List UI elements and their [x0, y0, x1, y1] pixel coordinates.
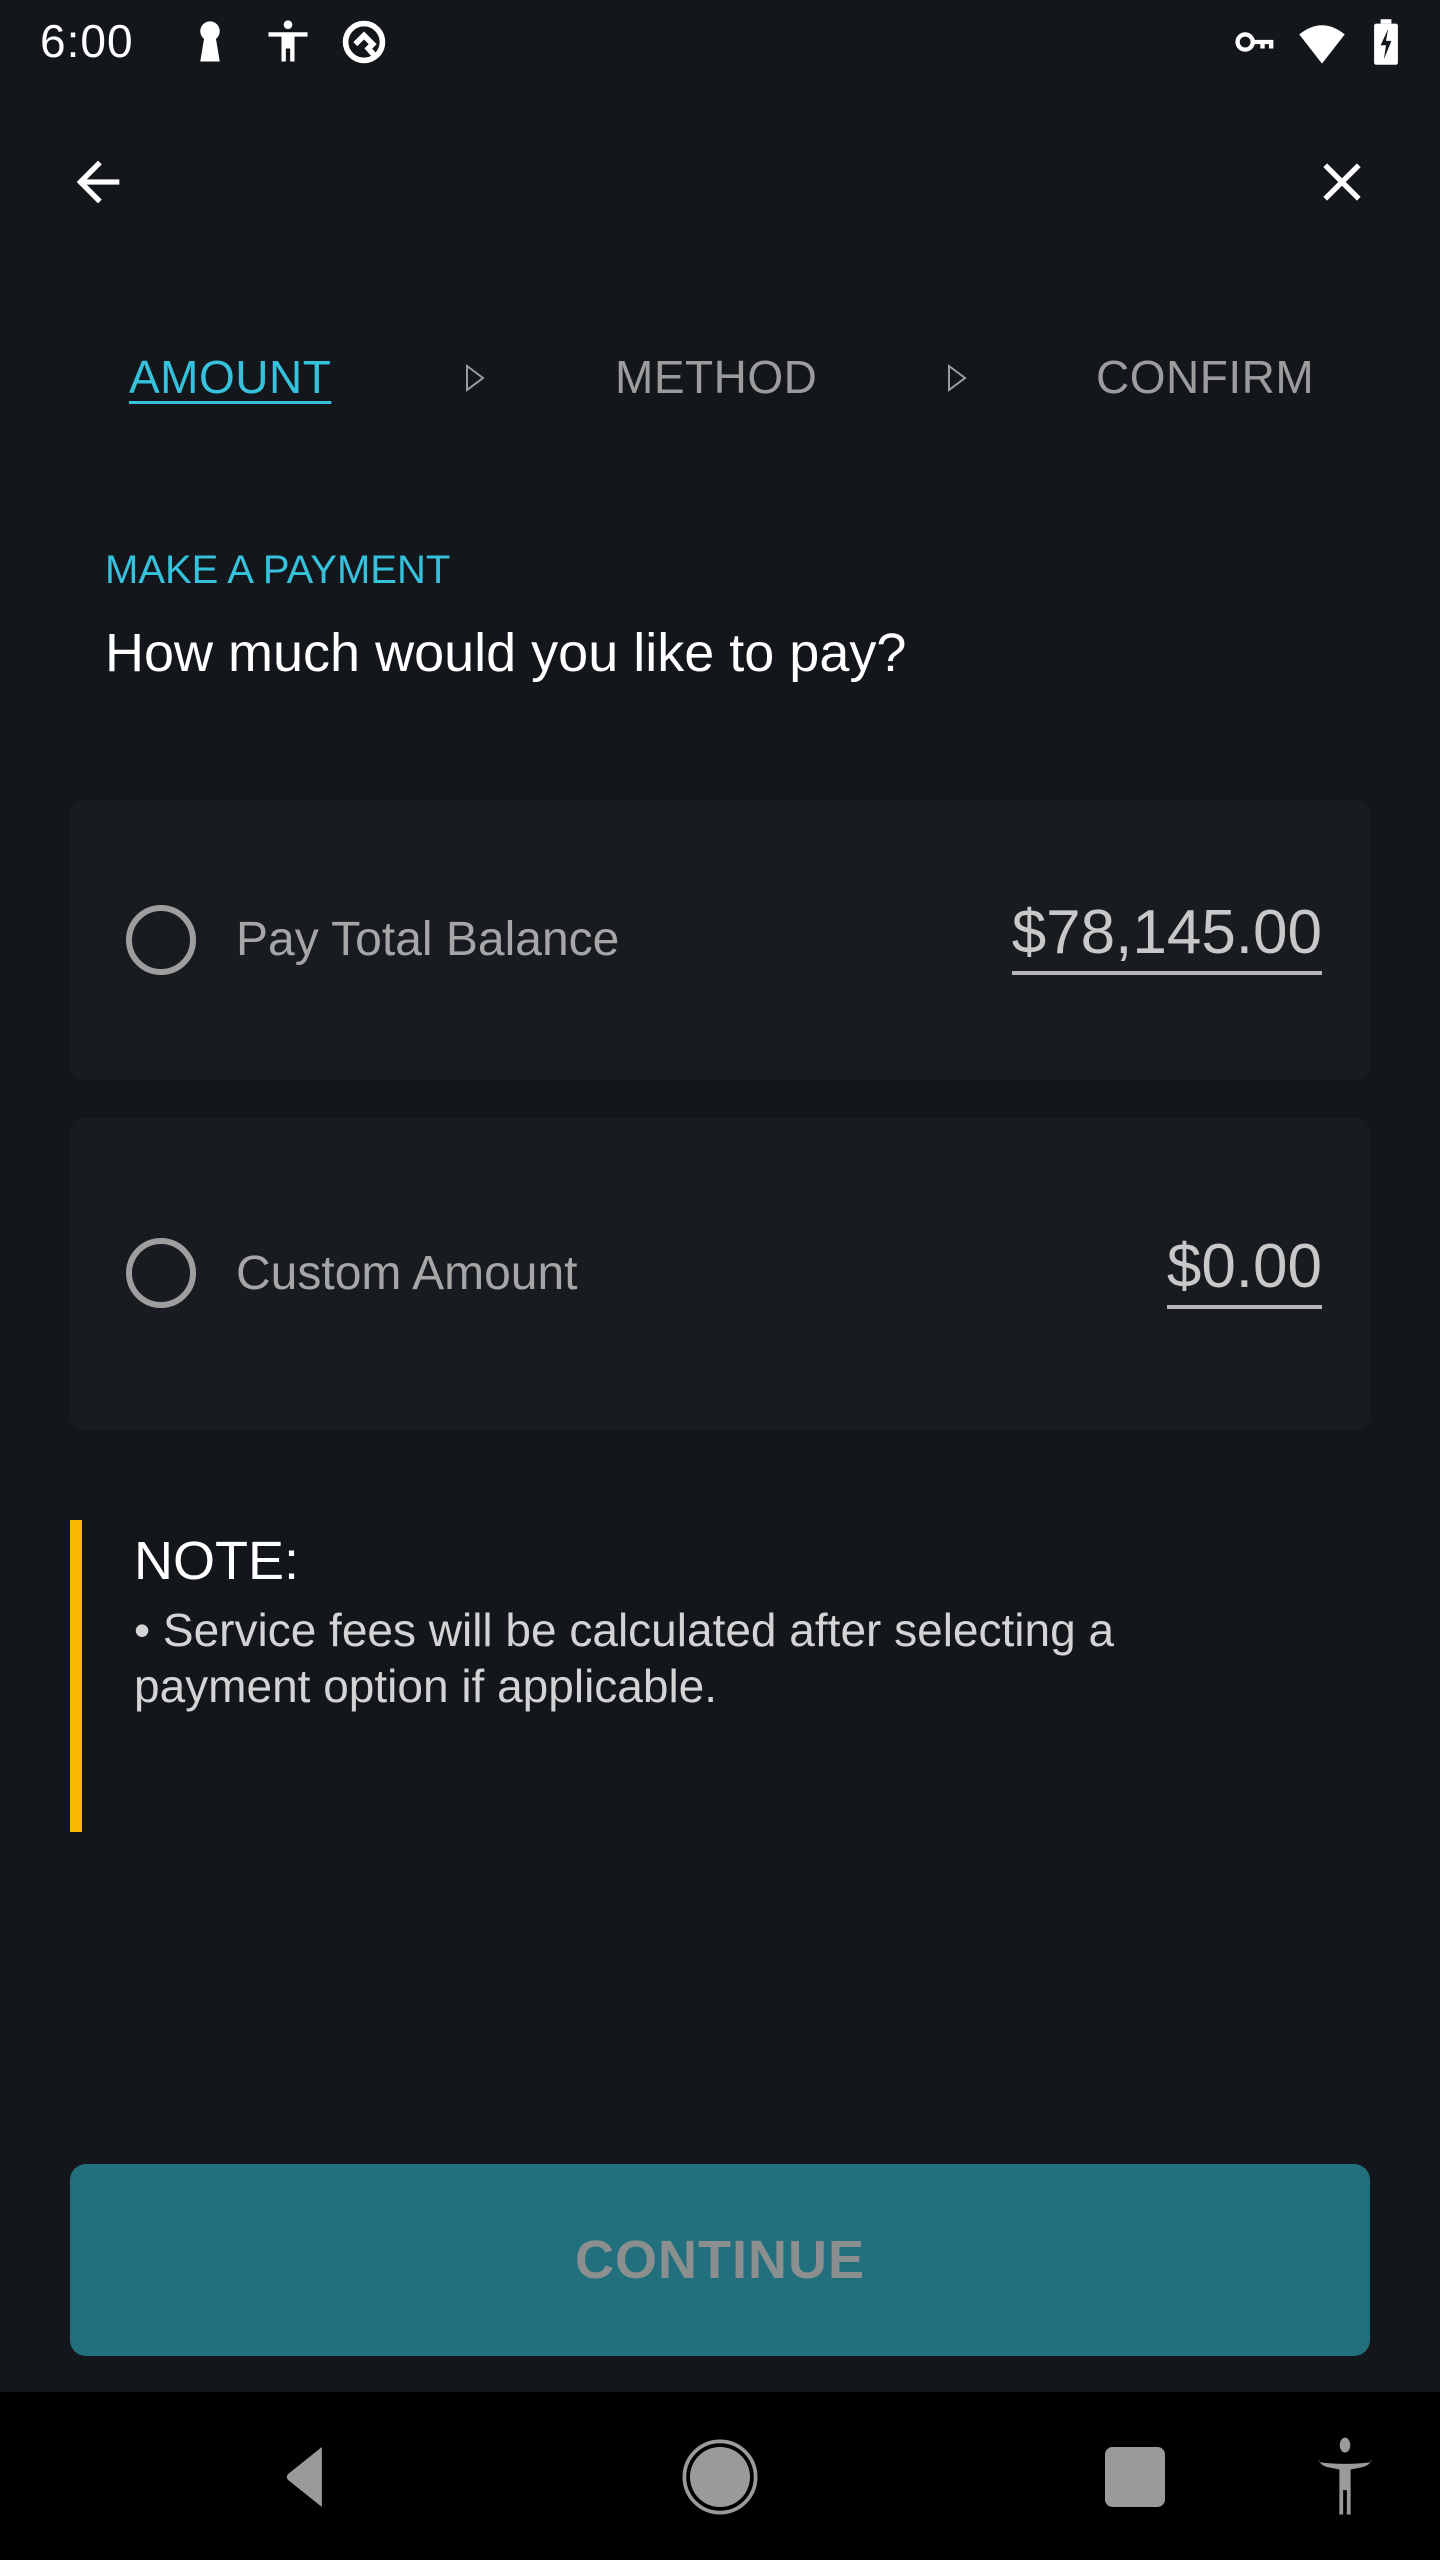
total-balance-amount: $78,145.00 — [1011, 900, 1322, 976]
triangle-right-outline-icon — [466, 364, 485, 392]
radio-button[interactable] — [126, 1238, 196, 1308]
keyhole-icon — [184, 16, 236, 68]
option-label: Pay Total Balance — [236, 913, 620, 966]
nav-recents-button[interactable] — [1090, 2432, 1180, 2522]
note-body: • Service fees will be calculated after … — [134, 1604, 1115, 1712]
radio-button[interactable] — [126, 905, 196, 975]
back-button[interactable] — [56, 140, 140, 224]
nav-back-icon — [286, 2447, 322, 2507]
arrow-left-icon — [76, 160, 120, 204]
section-eyebrow: MAKE A PAYMENT — [105, 548, 451, 592]
nav-home-icon — [682, 2439, 758, 2515]
status-bar: 6:00 — [0, 0, 1440, 84]
nav-home-button[interactable] — [675, 2432, 765, 2522]
step-method[interactable]: METHOD — [615, 350, 817, 404]
nav-back-button[interactable] — [260, 2432, 350, 2522]
continue-button[interactable]: CONTINUE — [70, 2164, 1370, 2356]
option-pay-total-balance[interactable]: Pay Total Balance $78,145.00 — [70, 800, 1370, 1080]
custom-amount-input[interactable]: $0.00 — [1166, 1234, 1322, 1310]
note-callout: NOTE: • Service fees will be calculated … — [70, 1520, 1370, 1832]
nav-accessibility-button[interactable] — [1300, 2432, 1390, 2522]
battery-charging-icon — [1360, 16, 1412, 68]
page-title: How much would you like to pay? — [105, 623, 907, 683]
status-time: 6:00 — [40, 15, 134, 67]
note-accent-bar — [70, 1520, 82, 1832]
payment-amount-screen: 6:00 AMOUNT METHOD CONFIRM MAKE A PAYMEN… — [0, 0, 1440, 2560]
vpn-key-icon — [1230, 16, 1282, 68]
triangle-right-outline-icon — [948, 364, 967, 392]
accessibility-icon — [262, 16, 314, 68]
nav-accessibility-icon — [1318, 2437, 1372, 2515]
close-icon — [1323, 163, 1361, 201]
option-label: Custom Amount — [236, 1247, 578, 1300]
nav-recents-icon — [1105, 2447, 1165, 2507]
step-amount[interactable]: AMOUNT — [129, 350, 331, 404]
note-title: NOTE: — [134, 1531, 300, 1591]
close-button[interactable] — [1300, 140, 1384, 224]
step-confirm[interactable]: CONFIRM — [1096, 350, 1314, 404]
option-custom-amount[interactable]: Custom Amount $0.00 — [70, 1118, 1370, 1430]
system-nav-bar — [0, 2392, 1440, 2560]
wifi-icon — [1296, 16, 1348, 68]
payment-stepper: AMOUNT METHOD CONFIRM — [0, 340, 1440, 420]
android-q-icon — [338, 16, 390, 68]
